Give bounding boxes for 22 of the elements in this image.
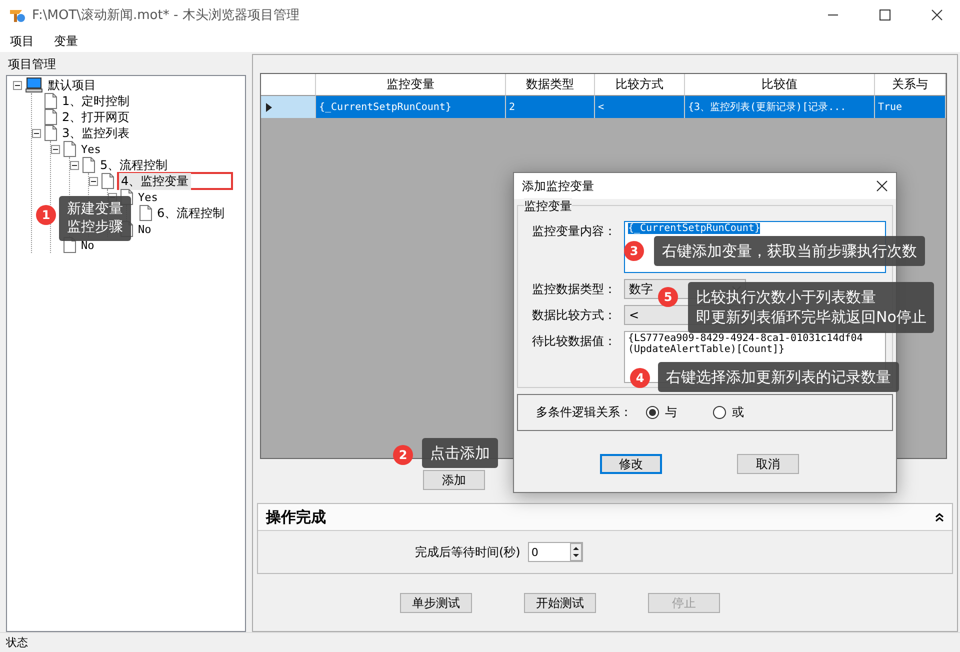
group-title: 监控变量	[524, 198, 572, 215]
annotation-tooltip: 新建变量监控步骤	[59, 196, 131, 241]
field-label: 待比较数据值：	[532, 333, 617, 350]
dialog-title: 添加监控变量	[522, 178, 594, 194]
field-label: 多条件逻辑关系：	[536, 404, 632, 421]
table-cell: <	[595, 96, 685, 118]
table-cell: 2	[506, 96, 595, 118]
annotation-tooltip: 右键选择添加更新列表的记录数量	[658, 362, 899, 392]
field-label: 完成后等待时间(秒)	[415, 544, 520, 560]
field-label: 数据比较方式：	[532, 307, 617, 324]
table-cell: True	[875, 96, 946, 118]
field-label: 监控数据类型：	[532, 281, 617, 298]
window-title: F:\MOT\滚动新闻.mot* - 木头浏览器项目管理	[32, 7, 300, 24]
section-title: 操作完成	[266, 508, 326, 526]
annotation-tooltip: 右键添加变量，获取当前步骤执行次数	[654, 236, 925, 266]
field-label: 监控变量内容：	[532, 223, 617, 240]
panel-title: 项目管理	[7, 56, 57, 73]
status-text: 状态	[6, 635, 28, 650]
annotation-tooltip: 比较执行次数小于列表数量 即更新列表循环完毕就返回No停止	[688, 282, 934, 332]
table-cell: {_CurrentSetpRunCount}	[316, 96, 506, 118]
annotation-tooltip: 点击添加	[422, 438, 498, 468]
table-cell: {3、监控列表(更新记录)[记录...	[685, 96, 875, 118]
